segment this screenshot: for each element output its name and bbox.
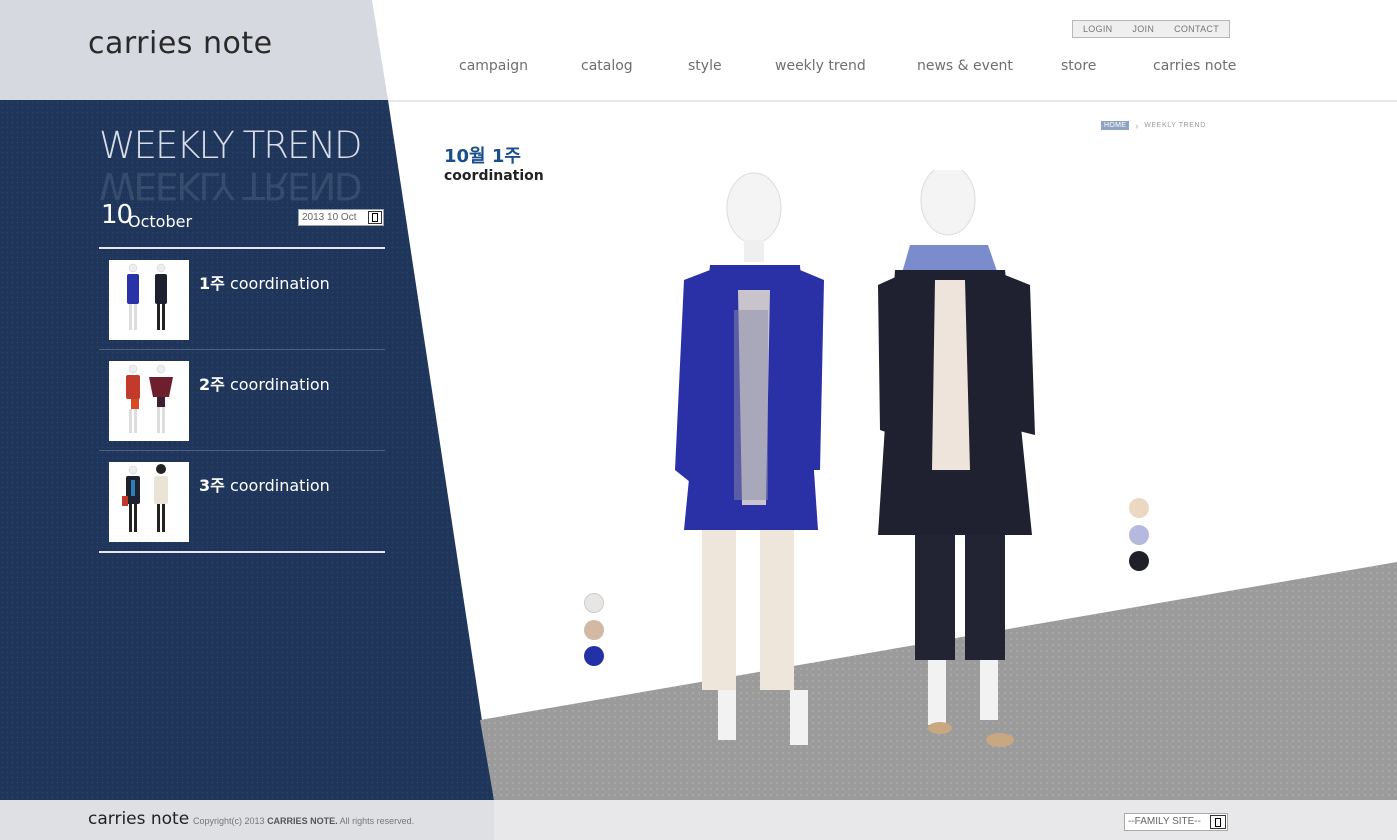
nav-store[interactable]: store	[1061, 58, 1096, 74]
coordination-label[interactable]: 1주 coordination	[199, 270, 330, 294]
section-title: WEEKLY TREND	[99, 124, 363, 167]
footer-logo[interactable]: carries note	[88, 809, 189, 829]
dropdown-button-icon[interactable]	[1210, 815, 1226, 829]
coordination-item-1[interactable]: 1주 coordination	[99, 250, 385, 350]
nav-weekly-trend[interactable]: weekly trend	[775, 58, 866, 74]
breadcrumb-home[interactable]: HOME	[1101, 121, 1130, 130]
coordination-thumbnail[interactable]	[109, 462, 189, 542]
nav-news-event[interactable]: news & event	[917, 58, 1013, 74]
coordination-item-2[interactable]: 2주 coordination	[99, 351, 385, 451]
list-top-rule	[99, 247, 385, 249]
contact-link[interactable]: CONTACT	[1174, 24, 1219, 34]
coordination-thumbnail[interactable]	[109, 361, 189, 441]
date-month: October	[128, 212, 193, 231]
swatch-right-3[interactable]	[1129, 551, 1149, 571]
nav-carries-note[interactable]: carries note	[1153, 58, 1236, 74]
brand-logo[interactable]: carries note	[88, 26, 273, 61]
breadcrumb-separator-icon: ›	[1135, 120, 1139, 131]
family-site-select[interactable]: --FAMILY SITE--	[1124, 813, 1228, 831]
nav-catalog[interactable]: catalog	[581, 58, 633, 74]
coordination-item-3[interactable]: 3주 coordination	[99, 452, 385, 552]
join-link[interactable]: JOIN	[1132, 24, 1154, 34]
coordination-label[interactable]: 3주 coordination	[199, 472, 330, 496]
swatch-left-1[interactable]	[584, 593, 604, 613]
list-bottom-rule	[99, 551, 385, 553]
coordination-label[interactable]: 2주 coordination	[199, 371, 330, 395]
date-select-value: 2013 10 Oct	[302, 212, 357, 223]
family-site-value: --FAMILY SITE--	[1128, 816, 1201, 827]
swatch-left-3[interactable]	[584, 646, 604, 666]
page-title: 10월 1주	[444, 146, 521, 167]
swatch-left-2[interactable]	[584, 620, 604, 640]
section-title-reflection: WEEKLY TREND	[99, 164, 361, 207]
copyright: Copyright(c) 2013 CARRIES NOTE. All righ…	[193, 816, 415, 826]
breadcrumb: HOME › WEEKLY TREND	[1101, 120, 1206, 131]
nav-style[interactable]: style	[688, 58, 722, 74]
coordination-thumbnail[interactable]	[109, 260, 189, 340]
swatch-right-1[interactable]	[1129, 498, 1149, 518]
swatch-right-2[interactable]	[1129, 525, 1149, 545]
page-subtitle: coordination	[444, 168, 544, 184]
breadcrumb-current: WEEKLY TREND	[1144, 122, 1206, 129]
coordination-photo	[675, 170, 1035, 747]
nav-campaign[interactable]: campaign	[459, 58, 528, 74]
date-select[interactable]: 2013 10 Oct	[298, 209, 384, 226]
dropdown-button-icon[interactable]	[368, 211, 382, 224]
utility-nav: LOGIN JOIN CONTACT	[1072, 20, 1230, 38]
login-link[interactable]: LOGIN	[1083, 24, 1113, 34]
